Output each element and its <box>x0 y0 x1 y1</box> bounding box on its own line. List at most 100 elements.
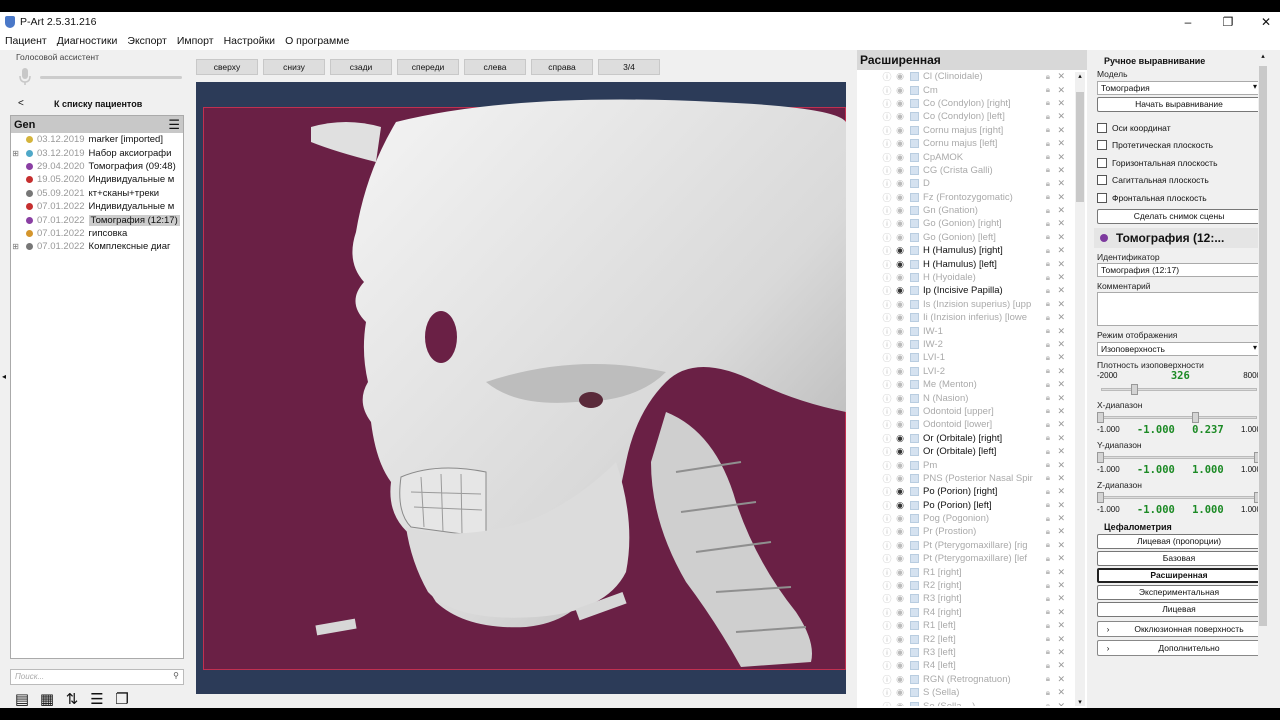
info-icon[interactable]: ⓘ <box>881 619 893 632</box>
landmark-row[interactable]: ⓘ ◉ Pm 🔒︎ ✕ <box>857 458 1074 471</box>
landmark-row[interactable]: ⓘ ◉ R3 [right] 🔒︎ ✕ <box>857 592 1074 605</box>
lock-icon[interactable]: 🔒︎ <box>1046 165 1050 175</box>
eye-icon[interactable]: ◉ <box>893 272 907 283</box>
info-icon[interactable]: ⓘ <box>881 633 893 646</box>
info-icon[interactable]: ⓘ <box>881 418 893 431</box>
eye-icon[interactable]: ◉ <box>893 152 907 163</box>
eye-icon[interactable]: ◉ <box>893 634 907 645</box>
scrollbar-thumb[interactable] <box>1259 66 1267 626</box>
eye-icon[interactable]: ◉ <box>893 500 907 511</box>
expand-icon[interactable]: ⊞ <box>11 149 20 158</box>
lock-icon[interactable]: 🔒︎ <box>1046 674 1050 684</box>
eye-icon[interactable]: ◉ <box>893 326 907 337</box>
eye-icon[interactable]: ◉ <box>893 111 907 122</box>
landmark-row[interactable]: ⓘ ◉ Gn (Gnation) 🔒︎ ✕ <box>857 204 1074 217</box>
eye-icon[interactable]: ◉ <box>893 285 907 296</box>
checkbox-frontal-plane[interactable]: Фронтальная плоскость <box>1090 189 1268 207</box>
landmark-row[interactable]: ⓘ ◉ IW-2 🔒︎ ✕ <box>857 338 1074 351</box>
landmark-row[interactable]: ⓘ ◉ Po (Porion) [right] 🔒︎ ✕ <box>857 485 1074 498</box>
info-icon[interactable]: ⓘ <box>881 338 893 351</box>
delete-icon[interactable]: ✕ <box>1057 540 1065 551</box>
lock-icon[interactable]: 🔒︎ <box>1046 688 1050 698</box>
delete-icon[interactable]: ✕ <box>1057 232 1065 243</box>
landmark-row[interactable]: ⓘ ◉ Ii (Inzision inferius) [lowe 🔒︎ ✕ <box>857 311 1074 324</box>
eye-icon[interactable]: ◉ <box>893 660 907 671</box>
info-icon[interactable]: ⓘ <box>881 579 893 592</box>
info-icon[interactable]: ⓘ <box>881 177 893 190</box>
list-icon[interactable]: ☰ <box>87 690 107 708</box>
checkbox-horizontal-plane[interactable]: Горизонтальная плоскость <box>1090 154 1268 172</box>
lock-icon[interactable]: 🔒︎ <box>1046 406 1050 416</box>
info-icon[interactable]: ⓘ <box>881 459 893 472</box>
lock-icon[interactable]: 🔒︎ <box>1046 634 1050 644</box>
lock-icon[interactable]: 🔒︎ <box>1046 393 1050 403</box>
collapse-left-arrow[interactable]: ◂ <box>2 372 6 381</box>
lock-icon[interactable]: 🔒︎ <box>1046 125 1050 135</box>
lock-icon[interactable]: 🔒︎ <box>1046 514 1050 524</box>
lock-icon[interactable]: 🔒︎ <box>1046 433 1050 443</box>
view-bottom-button[interactable]: снизу <box>263 59 325 75</box>
report-edit-icon[interactable]: ▦ <box>37 690 57 708</box>
delete-icon[interactable]: ✕ <box>1057 634 1065 645</box>
info-icon[interactable]: ⓘ <box>881 566 893 579</box>
info-icon[interactable]: ⓘ <box>881 392 893 405</box>
checkbox-prosthetic-plane[interactable]: Протетическая плоскость <box>1090 137 1268 155</box>
lock-icon[interactable]: 🔒︎ <box>1046 487 1050 497</box>
delete-icon[interactable]: ✕ <box>1057 71 1065 82</box>
lock-icon[interactable]: 🔒︎ <box>1046 380 1050 390</box>
landmark-row[interactable]: ⓘ ◉ R3 [left] 🔒︎ ✕ <box>857 646 1074 659</box>
delete-icon[interactable]: ✕ <box>1057 205 1065 216</box>
lock-icon[interactable]: 🔒︎ <box>1046 527 1050 537</box>
comment-textarea[interactable] <box>1097 291 1261 326</box>
delete-icon[interactable]: ✕ <box>1057 647 1065 658</box>
eye-icon[interactable]: ◉ <box>893 218 907 229</box>
additional-section[interactable]: › Дополнительно <box>1097 639 1261 656</box>
delete-icon[interactable]: ✕ <box>1057 326 1065 337</box>
lock-icon[interactable]: 🔒︎ <box>1046 353 1050 363</box>
view-right-button[interactable]: справа <box>531 59 593 75</box>
lock-icon[interactable]: 🔒︎ <box>1046 621 1050 631</box>
delete-icon[interactable]: ✕ <box>1057 526 1065 537</box>
info-icon[interactable]: ⓘ <box>881 539 893 552</box>
occlusal-surface-section[interactable]: › Окклюзионная поверхность <box>1097 620 1261 637</box>
scrollbar-thumb[interactable] <box>1076 92 1084 202</box>
eye-icon[interactable]: ◉ <box>893 553 907 564</box>
landmark-row[interactable]: ⓘ ◉ Me (Menton) 🔒︎ ✕ <box>857 378 1074 391</box>
landmark-row[interactable]: ⓘ ◉ LVI-2 🔒︎ ✕ <box>857 365 1074 378</box>
lock-icon[interactable]: 🔒︎ <box>1046 340 1050 350</box>
eye-icon[interactable]: ◉ <box>893 486 907 497</box>
eye-icon[interactable]: ◉ <box>893 406 907 417</box>
delete-icon[interactable]: ✕ <box>1057 379 1065 390</box>
info-icon[interactable]: ⓘ <box>881 351 893 364</box>
eye-icon[interactable]: ◉ <box>893 379 907 390</box>
landmark-row[interactable]: ⓘ ◉ Odontoid [upper] 🔒︎ ✕ <box>857 405 1074 418</box>
landmark-row[interactable]: ⓘ ◉ Po (Porion) [left] 🔒︎ ✕ <box>857 499 1074 512</box>
cephalometry-mode-button[interactable]: Лицевая <box>1097 601 1261 617</box>
eye-icon[interactable]: ◉ <box>893 393 907 404</box>
eye-icon[interactable]: ◉ <box>893 540 907 551</box>
lock-icon[interactable]: 🔒︎ <box>1046 232 1050 242</box>
eye-icon[interactable]: ◉ <box>893 165 907 176</box>
eye-icon[interactable]: ◉ <box>893 232 907 243</box>
eye-icon[interactable]: ◉ <box>893 593 907 604</box>
info-icon[interactable]: ⓘ <box>881 405 893 418</box>
info-icon[interactable]: ⓘ <box>881 472 893 485</box>
landmark-row[interactable]: ⓘ ◉ D 🔒︎ ✕ <box>857 177 1074 190</box>
info-icon[interactable]: ⓘ <box>881 432 893 445</box>
lock-icon[interactable]: 🔒︎ <box>1046 661 1050 671</box>
landmark-row[interactable]: ⓘ ◉ Pt (Pterygomaxillare) [rig 🔒︎ ✕ <box>857 539 1074 552</box>
landmark-row[interactable]: ⓘ ◉ Go (Gonion) [right] 🔒︎ ✕ <box>857 217 1074 230</box>
delete-icon[interactable]: ✕ <box>1057 674 1065 685</box>
info-icon[interactable]: ⓘ <box>881 258 893 271</box>
eye-icon[interactable]: ◉ <box>893 687 907 698</box>
info-icon[interactable]: ⓘ <box>881 311 893 324</box>
delete-icon[interactable]: ✕ <box>1057 701 1065 706</box>
checkbox-icon[interactable] <box>1097 157 1107 168</box>
info-icon[interactable]: ⓘ <box>881 231 893 244</box>
delete-icon[interactable]: ✕ <box>1057 259 1065 270</box>
eye-icon[interactable]: ◉ <box>893 259 907 270</box>
search-input[interactable]: Поиск... ⚲ <box>10 669 184 685</box>
y-range-slider[interactable] <box>1097 450 1261 464</box>
landmark-row[interactable]: ⓘ ◉ Or (Orbitale) [left] 🔒︎ ✕ <box>857 445 1074 458</box>
landmark-row[interactable]: ⓘ ◉ Is (Inzision superius) [upp 🔒︎ ✕ <box>857 298 1074 311</box>
